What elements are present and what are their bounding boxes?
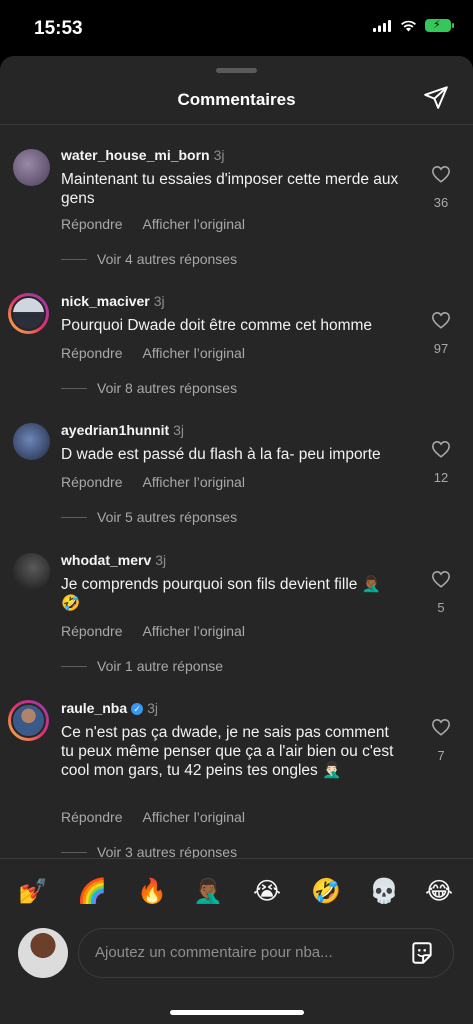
comments-sheet: Commentaires water_house_mi_born 3j Maint… [0,56,473,1024]
like-count: 97 [433,341,449,356]
heart-icon[interactable] [431,718,451,736]
heart-icon[interactable] [431,440,451,458]
comment-text: D wade est passé du flash à la fa- peu i… [61,446,381,463]
like-control: 97 [428,311,454,356]
avatar-image [11,296,46,331]
signal-icon [373,19,391,32]
sticker-icon[interactable] [409,940,435,966]
comment-meta: nick_maciver 3j [61,293,165,309]
comment-text: Ce n'est pas ça dwade, je ne sais pas co… [61,724,394,779]
like-count: 7 [437,748,445,763]
view-replies-label: Voir 8 autres réponses [97,380,238,396]
like-count: 5 [437,600,445,615]
sheet-grabber[interactable] [216,68,257,73]
comment-age: 3j [213,147,225,163]
comment-age: 3j [153,293,165,309]
heart-icon[interactable] [431,311,451,329]
comment-age: 3j [147,700,159,716]
avatar[interactable] [13,423,50,460]
avatar[interactable] [8,700,49,741]
replies-divider [61,258,87,260]
view-replies-button[interactable]: Voir 8 autres réponses [61,380,237,396]
comments-list[interactable]: water_house_mi_born 3j Maintenant tu essa… [0,125,473,858]
comment-meta: ayedrian1hunnit 3j [61,422,184,438]
view-replies-label: Voir 4 autres réponses [97,251,238,267]
share-icon[interactable] [423,84,449,110]
emoji-rofl-button[interactable]: 🤣 [311,877,341,906]
comment-actions: Répondre Afficher l’original [61,345,265,361]
sheet-title: Commentaires [177,90,296,109]
reply-button[interactable]: Répondre [61,345,123,361]
verified-badge-icon: ✓ [131,703,144,716]
avatar[interactable] [13,553,50,590]
like-count: 36 [433,195,449,210]
comment-input[interactable]: Ajoutez un commentaire pour nba... [78,928,454,978]
replies-divider [61,387,87,389]
show-original-button[interactable]: Afficher l’original [143,623,245,639]
replies-divider [61,665,87,667]
replies-divider [61,516,87,518]
emoji-rainbow-button[interactable]: 🌈 [77,877,107,906]
emoji-fire-button[interactable]: 🔥 [137,877,167,906]
comment-meta: raule_nba ✓ 3j [61,700,158,716]
reply-button[interactable]: Répondre [61,216,123,232]
reply-button[interactable]: Répondre [61,809,123,825]
emoji-nail-polish-button[interactable]: 💅 [18,877,48,906]
comment-actions: Répondre Afficher l’original [61,623,265,639]
view-replies-button[interactable]: Voir 3 autres réponses [61,844,237,858]
comment-age: 3j [155,552,167,568]
comment-age: 3j [173,422,185,438]
home-indicator[interactable] [170,1010,304,1015]
like-count: 12 [433,470,449,485]
avatar[interactable] [13,149,50,186]
emoji-joy-button[interactable]: 😂 [425,877,453,906]
heart-icon[interactable] [431,165,451,183]
comment-meta: whodat_merv 3j [61,552,166,568]
like-control: 36 [428,165,454,210]
heart-icon[interactable] [431,570,451,588]
quick-emoji-bar: 💅 🌈 🔥 🤦🏾‍♂️ 😭 🤣 💀 😂 [0,858,473,928]
comment-actions: Répondre Afficher l’original [61,809,265,825]
like-control: 12 [428,440,454,485]
reply-button[interactable]: Répondre [61,623,123,639]
battery-icon: ⚡ [425,19,454,32]
view-replies-label: Voir 5 autres réponses [97,509,238,525]
view-replies-label: Voir 3 autres réponses [97,844,238,858]
username[interactable]: ayedrian1hunnit [61,422,169,438]
like-control: 7 [428,718,454,763]
emoji-skull-button[interactable]: 💀 [369,877,399,906]
username[interactable]: nick_maciver [61,293,150,309]
status-bar: 15:53 ⚡ [0,0,473,56]
status-time: 15:53 [34,18,83,39]
view-replies-label: Voir 1 autre réponse [97,658,224,674]
username[interactable]: water_house_mi_born [61,147,210,163]
comment-meta: water_house_mi_born 3j [61,147,225,163]
comment-text: Pourquoi Dwade doit être comme cet homme [61,317,373,334]
comment-input-placeholder: Ajoutez un commentaire pour nba... [95,944,333,961]
view-replies-button[interactable]: Voir 5 autres réponses [61,509,237,525]
show-original-button[interactable]: Afficher l’original [143,345,245,361]
comment-actions: Répondre Afficher l’original [61,474,265,490]
wifi-icon [401,20,416,31]
like-control: 5 [428,570,454,615]
reply-button[interactable]: Répondre [61,474,123,490]
username[interactable]: whodat_merv [61,552,151,568]
show-original-button[interactable]: Afficher l’original [143,474,245,490]
comment-actions: Répondre Afficher l’original [61,216,265,232]
show-original-button[interactable]: Afficher l’original [143,809,245,825]
view-replies-button[interactable]: Voir 4 autres réponses [61,251,237,267]
username[interactable]: raule_nba [61,700,127,716]
comment-text: Maintenant tu essaies d'imposer cette me… [61,171,399,207]
replies-divider [61,851,87,853]
emoji-facepalm-button[interactable]: 🤦🏾‍♂️ [193,877,223,906]
my-avatar [18,928,68,978]
avatar-image [11,703,46,738]
view-replies-button[interactable]: Voir 1 autre réponse [61,658,223,674]
avatar[interactable] [8,293,49,334]
show-original-button[interactable]: Afficher l’original [143,216,245,232]
emoji-crying-button[interactable]: 😭 [253,877,281,906]
comment-text: Je comprends pourquoi son fils devient f… [61,576,381,612]
status-icons: ⚡ [373,19,454,32]
